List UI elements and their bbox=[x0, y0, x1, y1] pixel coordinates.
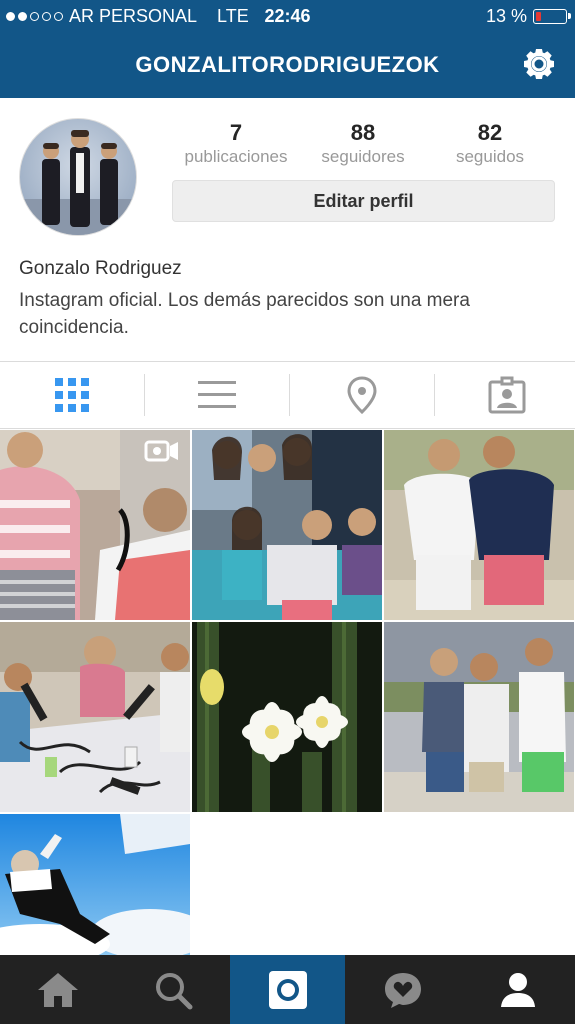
tab-camera[interactable] bbox=[230, 955, 345, 1024]
post-thumbnail[interactable] bbox=[192, 430, 382, 620]
home-icon bbox=[37, 972, 78, 1007]
followers-count-label: seguidores bbox=[321, 147, 405, 166]
tagged-photos-icon bbox=[488, 376, 525, 414]
username-title: GONZALITORODRIGUEZOK bbox=[135, 52, 440, 77]
profile-header: GONZALITORODRIGUEZOK bbox=[0, 32, 575, 98]
profile-bio: Instagram oficial. Los demás parecidos s… bbox=[19, 290, 470, 338]
battery-icon bbox=[533, 9, 571, 24]
divider bbox=[0, 428, 575, 429]
post-thumbnail[interactable] bbox=[0, 430, 190, 620]
tab-list-view[interactable] bbox=[145, 362, 288, 428]
following-count-label: seguidos bbox=[455, 147, 525, 166]
gear-icon[interactable] bbox=[521, 46, 557, 82]
tab-tagged-view[interactable] bbox=[435, 362, 575, 428]
bottom-tab-bar bbox=[0, 955, 575, 1024]
grid-icon bbox=[54, 378, 89, 412]
tab-location-view[interactable] bbox=[290, 362, 433, 428]
followers-count-value: 88 bbox=[350, 120, 376, 145]
battery-info: 13 % bbox=[485, 6, 571, 27]
post-thumbnail[interactable] bbox=[192, 622, 382, 812]
camera-icon bbox=[268, 970, 307, 1009]
tab-home[interactable] bbox=[0, 955, 115, 1024]
profile-name: Gonzalo Rodriguez bbox=[19, 258, 182, 279]
tab-search[interactable] bbox=[115, 955, 230, 1024]
post-thumbnail[interactable] bbox=[0, 622, 190, 812]
post-thumbnail[interactable] bbox=[384, 430, 574, 620]
following-count-value: 82 bbox=[477, 120, 503, 145]
posts-count-label: publicaciones bbox=[184, 147, 288, 166]
edit-profile-button[interactable]: Editar perfil bbox=[172, 180, 555, 222]
post-thumbnail[interactable] bbox=[384, 622, 574, 812]
search-icon bbox=[155, 972, 192, 1009]
list-icon bbox=[197, 381, 236, 408]
profile-icon bbox=[500, 972, 535, 1007]
profile-avatar[interactable] bbox=[19, 118, 137, 236]
post-thumbnail[interactable] bbox=[0, 814, 190, 955]
followers-count[interactable]: 88 seguidores bbox=[293, 120, 433, 167]
tab-grid-view[interactable] bbox=[0, 362, 143, 428]
following-count[interactable]: 82 seguidos bbox=[420, 120, 560, 167]
posts-count[interactable]: 7 publicaciones bbox=[166, 120, 306, 167]
view-tabs bbox=[0, 362, 575, 428]
tab-activity[interactable] bbox=[345, 955, 460, 1024]
battery-level: 13 % bbox=[485, 6, 527, 26]
activity-icon bbox=[384, 972, 421, 1008]
tab-profile[interactable] bbox=[460, 955, 575, 1024]
posts-count-value: 7 bbox=[229, 120, 243, 145]
status-bar: AR PERSONAL LTE 22:46 13 % bbox=[0, 0, 575, 32]
location-pin-icon bbox=[346, 376, 377, 414]
